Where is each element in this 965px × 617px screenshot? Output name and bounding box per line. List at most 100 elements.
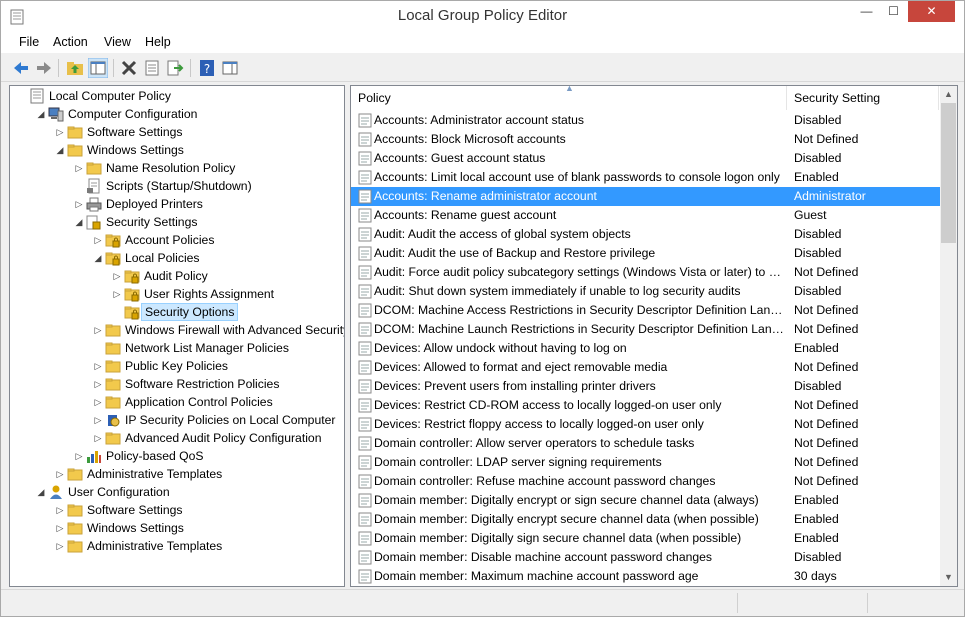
tree-item[interactable]: ▷ Application Control Policies [92,393,340,411]
policy-list[interactable]: ▲ Policy Security Setting Accounts: Admi… [350,85,958,587]
menu-view[interactable]: View [104,35,131,49]
tree-item[interactable]: ▷ Account Policies [92,231,340,249]
collapsed-arrow-icon[interactable]: ▷ [54,123,66,141]
collapsed-arrow-icon[interactable]: ▷ [73,447,85,465]
tree-item[interactable]: ▷ Administrative Templates [54,465,340,483]
menu-file[interactable]: File [19,35,39,49]
policy-row[interactable]: Accounts: Block Microsoft accounts Not De… [351,130,940,149]
policy-row[interactable]: Domain controller: LDAP server signing r… [351,453,940,472]
tree-item[interactable]: ◢ Computer Configuration [35,105,340,123]
collapsed-arrow-icon[interactable]: ▷ [54,501,66,519]
policy-row[interactable]: Accounts: Limit local account use of bla… [351,168,940,187]
expanded-arrow-icon[interactable]: ◢ [92,249,104,267]
tree-item[interactable]: Scripts (Startup/Shutdown) [73,177,340,195]
collapsed-arrow-icon[interactable]: ▷ [54,465,66,483]
collapsed-arrow-icon[interactable]: ▷ [92,321,104,339]
tree-item[interactable]: ▷ Audit Policy [111,267,340,285]
policy-row[interactable]: Accounts: Administrator account status Di… [351,111,940,130]
delete-button[interactable] [119,58,139,78]
policy-row[interactable]: Domain controller: Allow server operator… [351,434,940,453]
tree-item[interactable]: ▷ Public Key Policies [92,357,340,375]
close-button[interactable]: ✕ [908,1,955,22]
policy-row[interactable]: Accounts: Rename guest account Guest [351,206,940,225]
policy-row[interactable]: Devices: Allowed to format and eject rem… [351,358,940,377]
show-hide-console-tree-button[interactable] [88,58,108,78]
column-header-policy[interactable]: ▲ Policy [351,86,787,110]
column-header-security-setting[interactable]: Security Setting [787,86,939,110]
tree-item[interactable]: ▷ Name Resolution Policy [73,159,340,177]
tree-item[interactable]: ▷ IP Security Policies on Local Computer [92,411,340,429]
show-hide-action-pane-button[interactable] [220,58,240,78]
policy-row[interactable]: Domain controller: Refuse machine accoun… [351,472,940,491]
collapsed-arrow-icon[interactable]: ▷ [92,231,104,249]
tree-item[interactable]: Local Computer Policy [16,87,340,105]
collapsed-arrow-icon[interactable]: ▷ [92,357,104,375]
tree-item[interactable]: ◢ User Configuration [35,483,340,501]
policy-name: Domain controller: LDAP server signing r… [374,455,662,469]
scrollbar-thumb[interactable] [941,103,956,243]
policy-row[interactable]: Domain member: Disable machine account p… [351,548,940,567]
collapsed-arrow-icon[interactable]: ▷ [73,159,85,177]
policy-row[interactable]: Devices: Prevent users from installing p… [351,377,940,396]
title-bar[interactable]: Local Group Policy Editor — ☐ ✕ [1,1,964,32]
policy-row[interactable]: Audit: Audit the use of Backup and Resto… [351,244,940,263]
export-list-button[interactable] [165,58,185,78]
tree-item[interactable]: ▷ Software Restriction Policies [92,375,340,393]
policy-row[interactable]: Accounts: Guest account status Disabled [351,149,940,168]
tree-item[interactable]: Security Options [111,303,340,321]
policy-row[interactable]: Domain member: Digitally sign secure cha… [351,529,940,548]
maximize-button[interactable]: ☐ [880,1,907,22]
menu-action[interactable]: Action [53,35,88,49]
policy-row[interactable]: Devices: Restrict floppy access to local… [351,415,940,434]
tree-item[interactable]: ◢ Local Policies [92,249,340,267]
tree-item[interactable]: ▷ Advanced Audit Policy Configuration [92,429,340,447]
expanded-arrow-icon[interactable]: ◢ [35,483,47,501]
tree-item[interactable]: ▷ Deployed Printers [73,195,340,213]
policy-row[interactable]: DCOM: Machine Access Restrictions in Sec… [351,301,940,320]
collapsed-arrow-icon[interactable]: ▷ [111,285,123,303]
expanded-arrow-icon[interactable]: ◢ [73,213,85,231]
tree-item[interactable]: ◢ Windows Settings [54,141,340,159]
scroll-down-arrow-icon[interactable]: ▼ [940,569,957,586]
tree-item[interactable]: ◢ Security Settings [73,213,340,231]
vertical-scrollbar[interactable]: ▲ ▼ [940,86,957,586]
tree-item[interactable]: ▷ Software Settings [54,501,340,519]
collapsed-arrow-icon[interactable]: ▷ [92,375,104,393]
tree-item[interactable]: ▷ Policy-based QoS [73,447,340,465]
scroll-up-arrow-icon[interactable]: ▲ [940,86,957,103]
policy-row[interactable]: Audit: Shut down system immediately if u… [351,282,940,301]
collapsed-arrow-icon[interactable]: ▷ [92,411,104,429]
expanded-arrow-icon[interactable]: ◢ [35,105,47,123]
collapsed-arrow-icon[interactable]: ▷ [92,393,104,411]
tree-item[interactable]: Network List Manager Policies [92,339,340,357]
forward-button[interactable] [34,58,54,78]
menu-bar: File Action View Help [1,32,964,53]
minimize-button[interactable]: — [853,1,880,22]
tree-item[interactable]: ▷ Software Settings [54,123,340,141]
policy-row[interactable]: Devices: Allow undock without having to … [351,339,940,358]
properties-button[interactable] [142,58,162,78]
tree-item[interactable]: ▷ User Rights Assignment [111,285,340,303]
collapsed-arrow-icon[interactable]: ▷ [111,267,123,285]
tree-item[interactable]: ▷ Windows Firewall with Advanced Security [92,321,344,339]
up-one-level-button[interactable] [65,58,85,78]
help-button[interactable]: ? [197,58,217,78]
policy-row[interactable]: Domain member: Digitally encrypt secure … [351,510,940,529]
policy-row[interactable]: Domain member: Maximum machine account p… [351,567,940,586]
expanded-arrow-icon[interactable]: ◢ [54,141,66,159]
policy-row[interactable]: Accounts: Rename administrator account Ad… [351,187,940,206]
policy-row[interactable]: Audit: Force audit policy subcategory se… [351,263,940,282]
tree-item[interactable]: ▷ Administrative Templates [54,537,340,555]
tree-item[interactable]: ▷ Windows Settings [54,519,340,537]
collapsed-arrow-icon[interactable]: ▷ [54,519,66,537]
collapsed-arrow-icon[interactable]: ▷ [54,537,66,555]
policy-row[interactable]: Devices: Restrict CD-ROM access to local… [351,396,940,415]
collapsed-arrow-icon[interactable]: ▷ [73,195,85,213]
policy-row[interactable]: DCOM: Machine Launch Restrictions in Sec… [351,320,940,339]
collapsed-arrow-icon[interactable]: ▷ [92,429,104,447]
menu-help[interactable]: Help [145,35,171,49]
policy-row[interactable]: Domain member: Digitally encrypt or sign… [351,491,940,510]
console-tree[interactable]: Local Computer Policy ◢ Computer Configura… [9,85,345,587]
back-button[interactable] [11,58,31,78]
policy-row[interactable]: Audit: Audit the access of global system… [351,225,940,244]
